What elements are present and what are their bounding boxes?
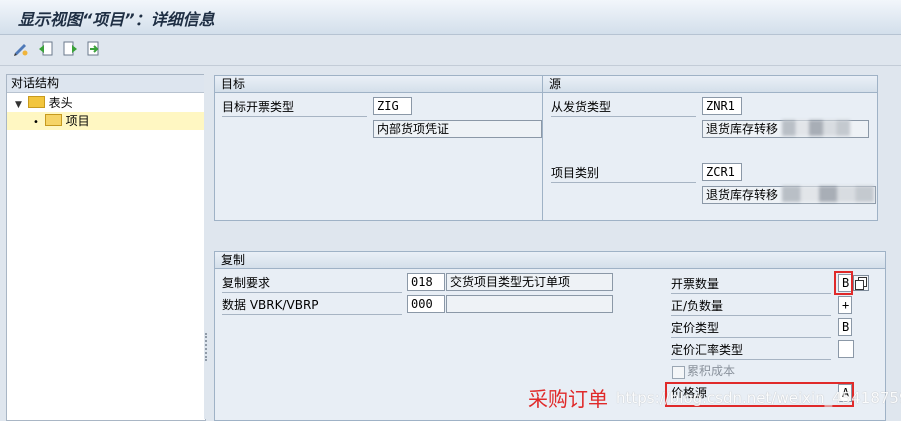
copy-requirement-field[interactable]: 018 <box>407 273 445 291</box>
source-group-title: 源 <box>543 76 877 93</box>
data-vbrk-vbrp-desc <box>446 295 613 313</box>
annotation-text: 采购订单 <box>528 387 608 411</box>
copy-requirement-desc: 交货项目类型无订单项 <box>446 273 613 291</box>
pane-splitter[interactable] <box>204 74 212 419</box>
next-entry-icon[interactable] <box>61 40 79 58</box>
watermark: https://blog.csdn.net/weixin_45418759 <box>616 389 901 407</box>
splitter-grip[interactable] <box>205 333 211 361</box>
cumulative-cost-checkbox[interactable] <box>672 366 685 379</box>
target-doc-type-desc: 内部货项凭证 <box>373 120 542 138</box>
redacted-region <box>782 120 850 136</box>
pos-neg-quantity-label: 正/负数量 <box>671 297 831 316</box>
target-group-title: 目标 <box>215 76 542 93</box>
value-help-icon[interactable] <box>853 275 869 291</box>
target-doc-type-field[interactable]: ZIG <box>373 97 412 115</box>
display-change-icon[interactable] <box>12 40 30 58</box>
pricing-type-label: 定价类型 <box>671 319 831 338</box>
pos-neg-quantity-field[interactable]: + <box>838 296 852 314</box>
folder-icon <box>27 96 45 108</box>
dialog-structure-pane: 对话结构 ▼ 表头 • 项目 <box>6 74 206 421</box>
tree-node-label: 表头 <box>48 96 73 110</box>
tree-node-header[interactable]: ▼ 表头 <box>15 94 73 112</box>
pricing-exchange-rate-type-field[interactable] <box>838 340 854 358</box>
source-delivery-type-label: 从发货类型 <box>551 98 696 117</box>
data-vbrk-vbrp-label: 数据 VBRK/VBRP <box>222 296 402 315</box>
source-item-category-label: 项目类别 <box>551 164 696 183</box>
source-item-category-field[interactable]: ZCR1 <box>702 163 742 181</box>
data-vbrk-vbrp-field[interactable]: 000 <box>407 295 445 313</box>
tree-node-item[interactable]: • 项目 <box>7 112 205 130</box>
pricing-type-field[interactable]: B <box>838 318 852 336</box>
bullet-icon: • <box>33 117 39 128</box>
pricing-exchange-rate-type-label: 定价汇率类型 <box>671 341 831 360</box>
billing-quantity-label: 开票数量 <box>671 275 831 294</box>
tree-node-label: 项目 <box>65 114 90 128</box>
copy-group-title: 复制 <box>215 252 885 269</box>
title-bar: 显示视图“项目”：详细信息 <box>0 0 901 35</box>
cumulative-cost-label: 累积成本 <box>687 364 736 378</box>
redacted-region <box>782 186 874 202</box>
highlight-box <box>834 271 853 295</box>
other-entry-icon[interactable] <box>84 40 102 58</box>
target-doc-type-label: 目标开票类型 <box>222 98 367 117</box>
open-folder-icon <box>44 114 62 126</box>
expand-arrow-icon[interactable]: ▼ <box>15 100 22 110</box>
copy-requirement-label: 复制要求 <box>222 274 402 293</box>
dialog-structure-header: 对话结构 <box>7 75 205 93</box>
source-delivery-type-field[interactable]: ZNR1 <box>702 97 742 115</box>
application-toolbar <box>0 35 901 66</box>
window-title: 显示视图“项目”：详细信息 <box>18 10 215 29</box>
previous-entry-icon[interactable] <box>37 40 55 58</box>
